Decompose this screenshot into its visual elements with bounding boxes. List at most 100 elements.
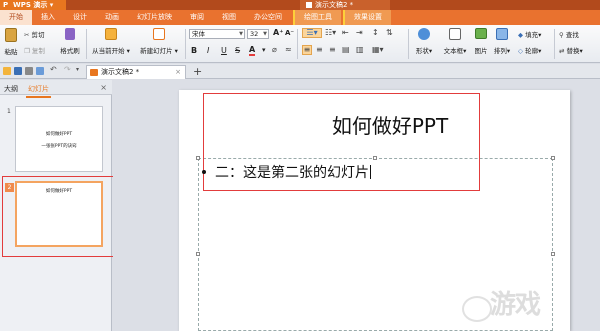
- clear-format-icon[interactable]: ⌀: [272, 45, 277, 54]
- strikethrough-button[interactable]: S: [235, 46, 240, 55]
- fill-icon: ◆: [518, 31, 523, 39]
- align-center-icon[interactable]: ≡: [316, 45, 323, 54]
- from-current-label: 从当前开始 ▾: [92, 47, 130, 55]
- close-icon[interactable]: ×: [100, 83, 107, 92]
- bold-button[interactable]: B: [191, 46, 197, 55]
- tab-office-space[interactable]: 办公空间: [245, 10, 291, 25]
- separator: [408, 29, 409, 59]
- tab-design[interactable]: 设计: [64, 10, 96, 25]
- text-effect-icon[interactable]: ≈: [285, 45, 292, 54]
- print-icon[interactable]: [25, 67, 33, 75]
- document-tab[interactable]: 演示文稿2 * ×: [86, 65, 186, 79]
- brush-icon: [65, 28, 75, 40]
- font-name-select[interactable]: 宋体 ▼: [189, 29, 245, 39]
- shrink-font-button[interactable]: A⁻: [285, 29, 294, 37]
- shape-button[interactable]: 形状▾: [413, 28, 435, 55]
- ribbon: 粘贴 ✂ 剪切 ❐ 复制 格式刷 从当前开始 ▾ 新建幻灯片 ▾ 宋体 ▼ 32 ▼…: [0, 25, 600, 63]
- bullet-list-button[interactable]: ☰▾: [302, 28, 322, 38]
- arrange-label: 排列▾: [493, 47, 511, 55]
- binoculars-icon: ⚲: [559, 31, 564, 39]
- picture-button[interactable]: 图片: [473, 28, 489, 55]
- chevron-down-icon[interactable]: ▾: [262, 46, 266, 54]
- align-right-icon[interactable]: ≡: [329, 45, 336, 54]
- slideshow-icon: [105, 28, 117, 40]
- distribute-icon[interactable]: ▥: [356, 45, 364, 54]
- watermark-logo-icon: [462, 296, 492, 322]
- tab-drawing-tools[interactable]: 绘图工具: [293, 10, 341, 25]
- resize-handle[interactable]: [196, 156, 200, 160]
- scissors-icon: ✂: [24, 31, 30, 39]
- outline-button[interactable]: ◇ 轮廓▾: [518, 45, 541, 55]
- new-slide-label: 新建幻灯片 ▾: [140, 47, 178, 55]
- slide-number: 2: [5, 183, 14, 192]
- from-current-button[interactable]: 从当前开始 ▾: [89, 28, 133, 55]
- line-spacing-icon[interactable]: ↕: [372, 28, 379, 37]
- decrease-indent-icon[interactable]: ⇤: [342, 28, 349, 37]
- open-folder-icon[interactable]: [3, 67, 11, 75]
- thumbnail-subtitle: 一张张PPT的诀窍: [41, 144, 77, 149]
- close-icon[interactable]: ×: [175, 66, 181, 79]
- arrange-button[interactable]: 排列▾: [492, 28, 512, 55]
- resize-handle[interactable]: [551, 156, 555, 160]
- fill-label: 填充: [525, 31, 539, 39]
- copy-button[interactable]: ❐ 复制: [24, 45, 45, 55]
- slide-thumbnail[interactable]: 如何做好PPT 一张张PPT的诀窍: [15, 106, 103, 172]
- replace-button[interactable]: ⇄ 替换▾: [559, 45, 583, 55]
- copy-icon: ❐: [24, 47, 30, 55]
- grow-font-button[interactable]: A⁺: [273, 28, 283, 37]
- font-size-select[interactable]: 32 ▼: [247, 29, 269, 39]
- format-painter-button[interactable]: 格式刷: [58, 28, 82, 55]
- presentation-icon: [90, 69, 98, 76]
- italic-button[interactable]: I: [207, 46, 209, 55]
- underline-button[interactable]: U: [221, 46, 227, 55]
- text-direction-icon[interactable]: ⇅: [386, 28, 393, 37]
- save-icon[interactable]: [14, 67, 22, 75]
- new-tab-button[interactable]: +: [193, 65, 202, 78]
- tab-view[interactable]: 视图: [213, 10, 245, 25]
- fill-button[interactable]: ◆ 填充▾: [518, 29, 541, 39]
- font-name-value: 宋体: [192, 30, 205, 38]
- resize-handle[interactable]: [196, 252, 200, 256]
- picture-label: 图片: [474, 47, 488, 55]
- thumbnail-title: 如何做好PPT: [45, 189, 73, 194]
- quick-access-toolbar: ↶ ↷ ▾ 演示文稿2 * × +: [0, 64, 600, 79]
- app-name: WPS 演示: [13, 1, 48, 9]
- tab-effect-settings[interactable]: 效果设置: [343, 10, 391, 25]
- tab-home[interactable]: 开始: [0, 10, 32, 25]
- tab-slideshow[interactable]: 幻灯片放映: [128, 10, 181, 25]
- tab-animation[interactable]: 动画: [96, 10, 128, 25]
- tab-slides[interactable]: 幻灯片: [26, 84, 51, 98]
- undo-icon[interactable]: ↶: [50, 66, 58, 74]
- watermark: 游戏: [490, 290, 541, 320]
- menu-bar: 开始 插入 设计 动画 幻灯片放映 审阅 视图 办公空间 绘图工具 效果设置: [0, 10, 600, 25]
- app-menu-button[interactable]: P WPS 演示 ▾: [0, 0, 66, 10]
- tab-outline[interactable]: 大纲: [4, 84, 18, 94]
- cut-label: 剪切: [31, 31, 45, 39]
- justify-icon[interactable]: ▤: [342, 45, 350, 54]
- preview-icon[interactable]: [36, 67, 44, 75]
- numbered-list-icon[interactable]: ☷▾: [325, 28, 336, 37]
- paste-button[interactable]: 粘贴: [3, 28, 19, 56]
- title-bar: P WPS 演示 ▾ 演示文稿2 *: [0, 0, 600, 10]
- columns-icon[interactable]: ▦▾: [372, 45, 384, 54]
- find-button[interactable]: ⚲ 查找: [559, 29, 579, 39]
- resize-handle[interactable]: [551, 252, 555, 256]
- slide-thumbnail-selected[interactable]: 如何做好PPT: [15, 181, 103, 247]
- copy-label: 复制: [31, 47, 45, 55]
- new-slide-button[interactable]: 新建幻灯片 ▾: [136, 28, 182, 55]
- font-color-button[interactable]: A: [249, 46, 256, 56]
- document-icon: [306, 2, 312, 8]
- align-left-icon[interactable]: ≡: [302, 45, 312, 55]
- tab-review[interactable]: 审阅: [181, 10, 213, 25]
- customize-chevron-icon[interactable]: ▾: [76, 66, 84, 74]
- slide-body-text[interactable]: 二：这是第二张的幻灯片: [215, 162, 371, 182]
- window-title: 演示文稿2 *: [300, 0, 390, 10]
- increase-indent-icon[interactable]: ⇥: [356, 28, 363, 37]
- tab-insert[interactable]: 插入: [32, 10, 64, 25]
- cut-button[interactable]: ✂ 剪切: [24, 29, 45, 39]
- slide-title[interactable]: 如何做好PPT: [290, 110, 490, 139]
- thumbnail-title: 如何做好PPT: [45, 132, 73, 137]
- textbox-button[interactable]: 文本框▾: [441, 28, 469, 55]
- wps-logo-icon: P: [3, 1, 9, 9]
- redo-icon[interactable]: ↷: [64, 66, 72, 74]
